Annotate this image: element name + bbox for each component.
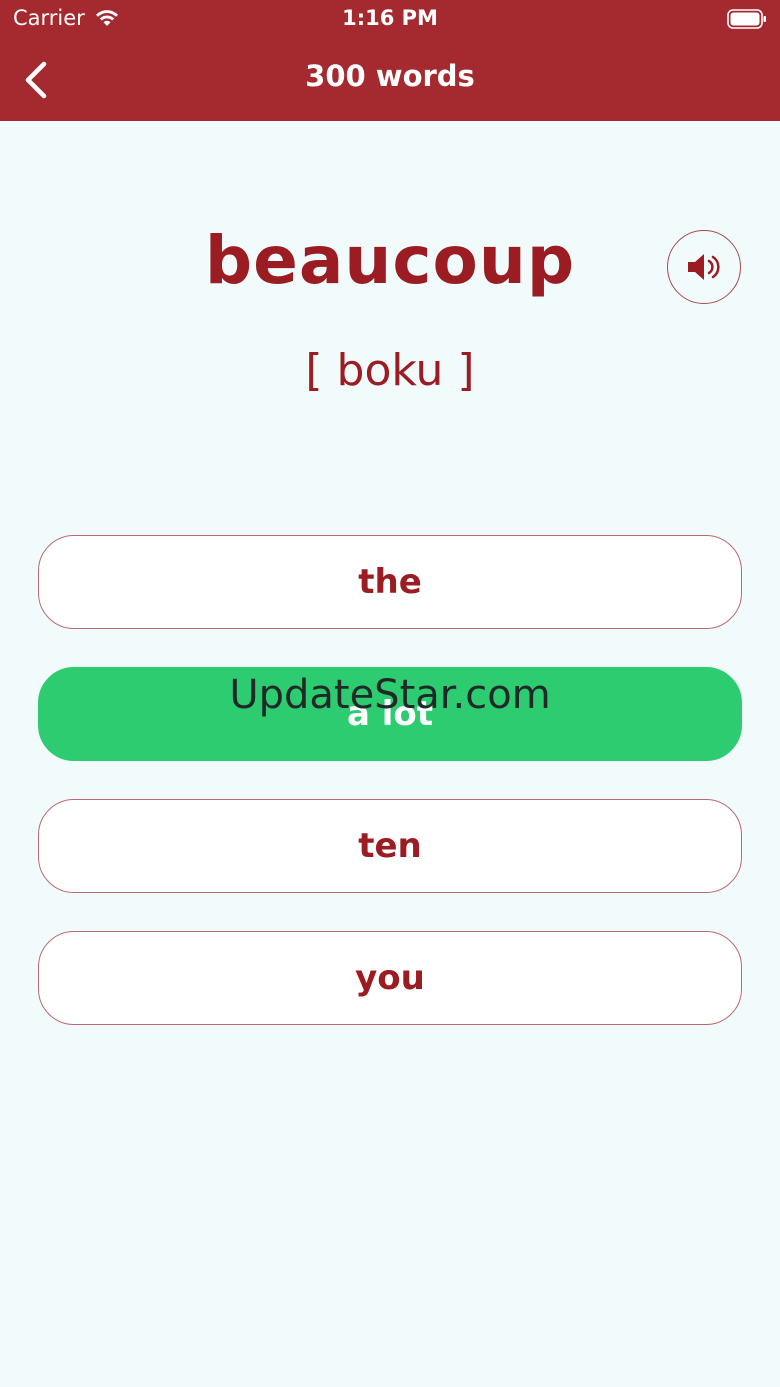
nav-bar: 300 words [0,40,780,121]
status-bar: Carrier 1:16 PM [0,0,780,40]
answer-label: the [358,562,422,602]
answer-label: you [355,958,425,998]
answer-option[interactable]: ten [38,799,742,893]
play-audio-button[interactable] [667,230,741,304]
quiz-word: beaucoup [204,222,576,299]
battery-icon [727,9,766,29]
answer-option[interactable]: the [38,535,742,629]
answer-label: a lot [346,694,434,734]
speaker-icon [688,254,720,280]
answer-option[interactable]: you [38,931,742,1025]
pronunciation: [ boku ] [305,345,475,396]
answer-option-correct[interactable]: a lot [38,667,742,761]
status-time: 1:16 PM [342,6,438,30]
answer-list: the a lot ten you [38,535,742,1063]
app-header: Carrier 1:16 PM 300 words [0,0,780,121]
answer-label: ten [358,826,422,866]
page-title: 300 words [305,59,475,93]
